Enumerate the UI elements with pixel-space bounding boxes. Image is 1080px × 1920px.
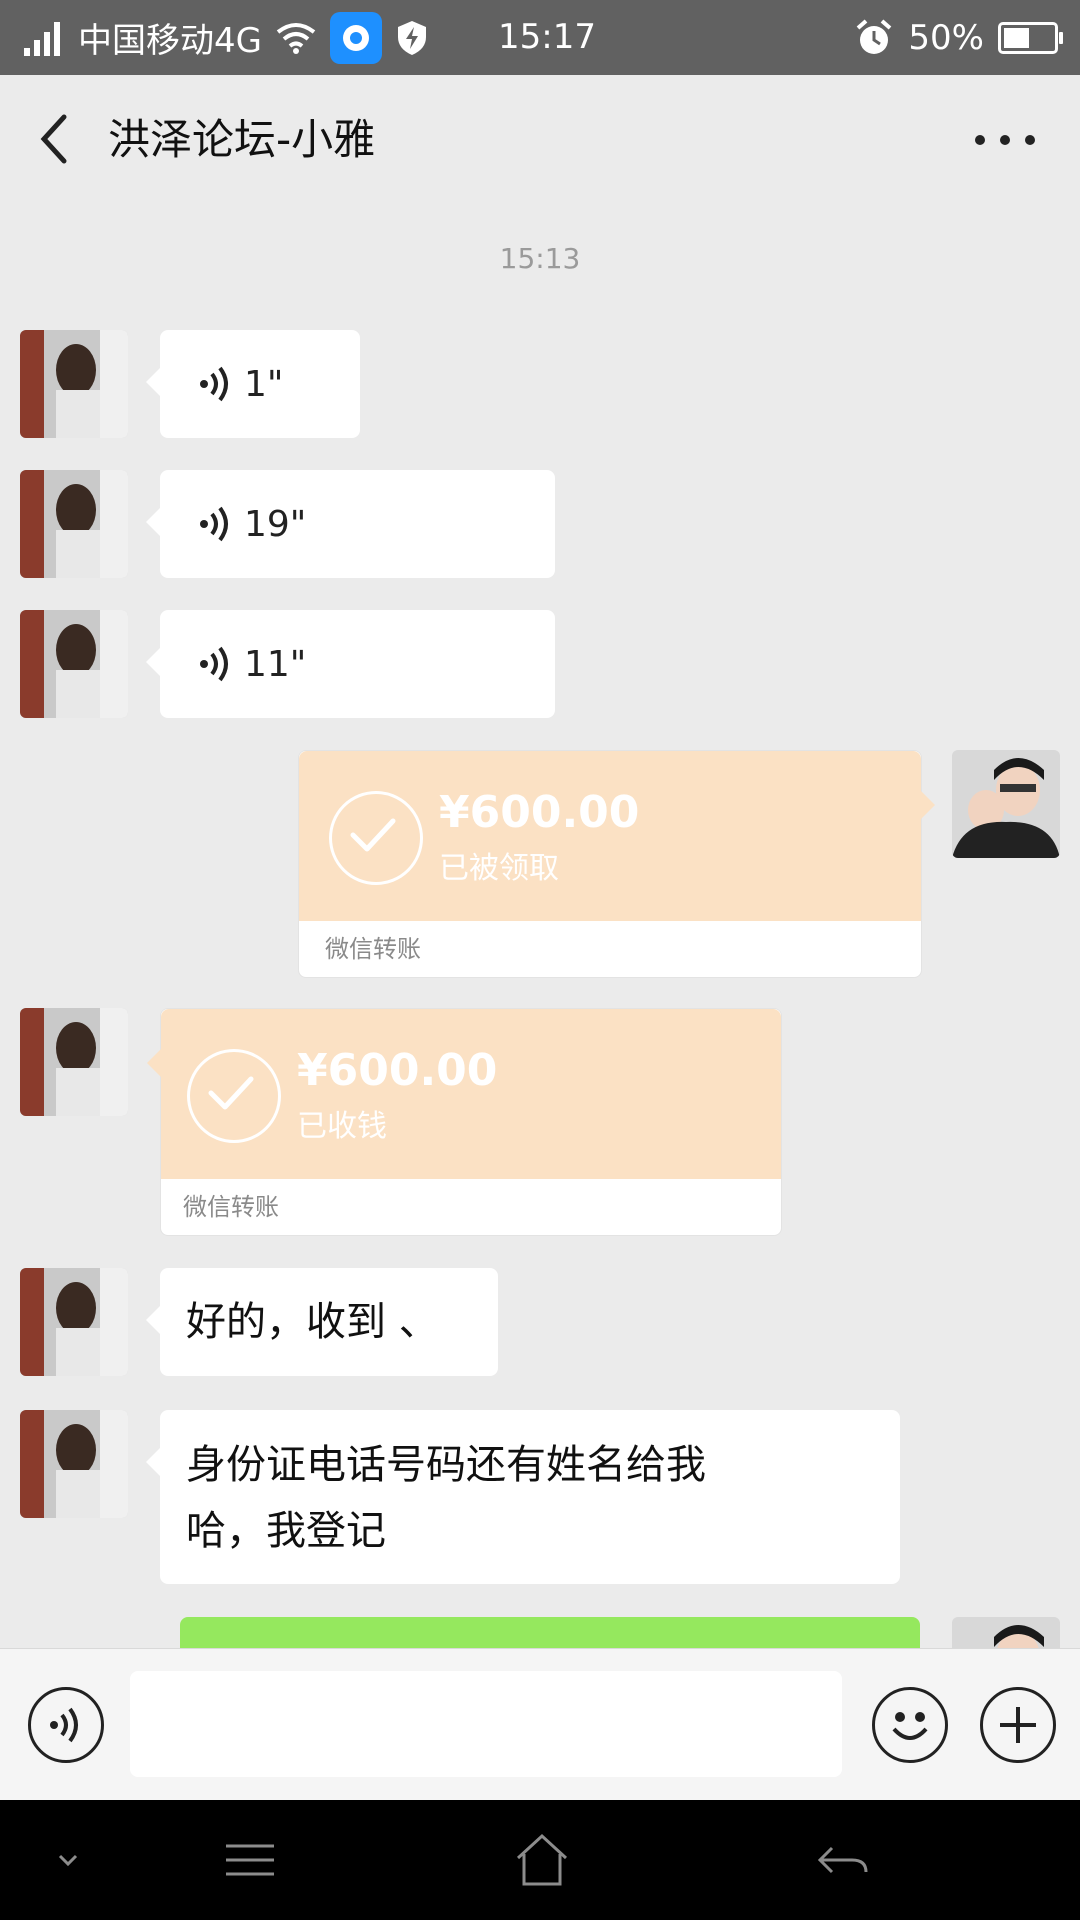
menu-icon[interactable]: [220, 1830, 280, 1890]
battery-icon: [998, 21, 1063, 54]
alarm-icon: [857, 18, 892, 54]
text-message-bubble[interactable]: 身份证电话号码还有姓名给我 哈，我登记: [146, 1410, 900, 1584]
check-circle-icon: [329, 791, 423, 885]
user-avatar[interactable]: [952, 750, 1060, 858]
system-navigation-bar: [0, 1800, 1080, 1920]
text-message-bubble[interactable]: 好的，收到 、: [146, 1268, 498, 1376]
voice-icon: [200, 366, 228, 402]
emoji-button[interactable]: [872, 1687, 948, 1763]
voice-input-button[interactable]: [28, 1687, 104, 1763]
transfer-status: 已被领取: [439, 851, 559, 886]
voice-message-bubble[interactable]: 1": [146, 330, 360, 438]
chat-header: 洪泽论坛-小雅: [0, 75, 1080, 205]
transfer-label: 微信转账: [325, 935, 421, 963]
more-functions-button[interactable]: [980, 1687, 1056, 1763]
user-avatar[interactable]: [952, 1617, 1060, 1648]
clock: 15:17: [498, 17, 596, 57]
voice-duration: 11": [244, 643, 307, 685]
contact-avatar[interactable]: [20, 330, 128, 438]
contact-avatar[interactable]: [20, 1008, 128, 1116]
message-input[interactable]: [130, 1671, 842, 1777]
signal-icon: [24, 21, 60, 56]
plus-icon: [1000, 1707, 1036, 1743]
back-icon[interactable]: [812, 1830, 872, 1890]
transfer-status: 已收钱: [297, 1109, 387, 1144]
message-text-line: 哈，我登记: [186, 1508, 386, 1554]
home-icon[interactable]: [512, 1830, 572, 1890]
voice-duration: 1": [244, 363, 284, 405]
check-circle-icon: [187, 1049, 281, 1143]
contact-avatar[interactable]: [20, 1268, 128, 1376]
transfer-amount: ¥600.00: [439, 787, 640, 838]
status-bar: 中国移动4G 15:17 50%: [0, 0, 1080, 75]
more-options-icon[interactable]: [970, 120, 1040, 160]
chevron-down-icon[interactable]: [48, 1830, 88, 1890]
voice-icon: [50, 1707, 78, 1743]
message-text: 好的，收到 、: [186, 1299, 439, 1345]
battery-percent: 50%: [908, 17, 984, 58]
transfer-card-sent[interactable]: ¥600.00 已被领取 微信转账: [298, 750, 935, 978]
contact-avatar[interactable]: [20, 470, 128, 578]
chat-input-bar: [0, 1648, 1080, 1801]
smiley-icon: [892, 1712, 928, 1740]
voice-message-bubble[interactable]: 11": [146, 610, 555, 718]
chat-title: 洪泽论坛-小雅: [108, 115, 376, 164]
back-arrow-icon[interactable]: [30, 109, 80, 169]
contact-avatar[interactable]: [20, 1410, 128, 1518]
voice-duration: 19": [244, 503, 307, 545]
wifi-icon: [276, 22, 316, 54]
voice-message-bubble[interactable]: 19": [146, 470, 555, 578]
carrier-label: 中国移动4G: [78, 21, 262, 61]
transfer-amount: ¥600.00: [297, 1045, 498, 1096]
voice-icon: [200, 506, 228, 542]
transfer-label: 微信转账: [183, 1193, 279, 1221]
message-text-line: 身份证电话号码还有姓名给我: [186, 1442, 706, 1488]
shield-icon: [397, 20, 426, 55]
voice-icon: [200, 646, 228, 682]
message-timestamp: 15:13: [499, 242, 581, 275]
app-notification-icon: [329, 11, 382, 64]
contact-avatar[interactable]: [20, 610, 128, 718]
transfer-card-received[interactable]: ¥600.00 已收钱 微信转账: [147, 1008, 782, 1236]
